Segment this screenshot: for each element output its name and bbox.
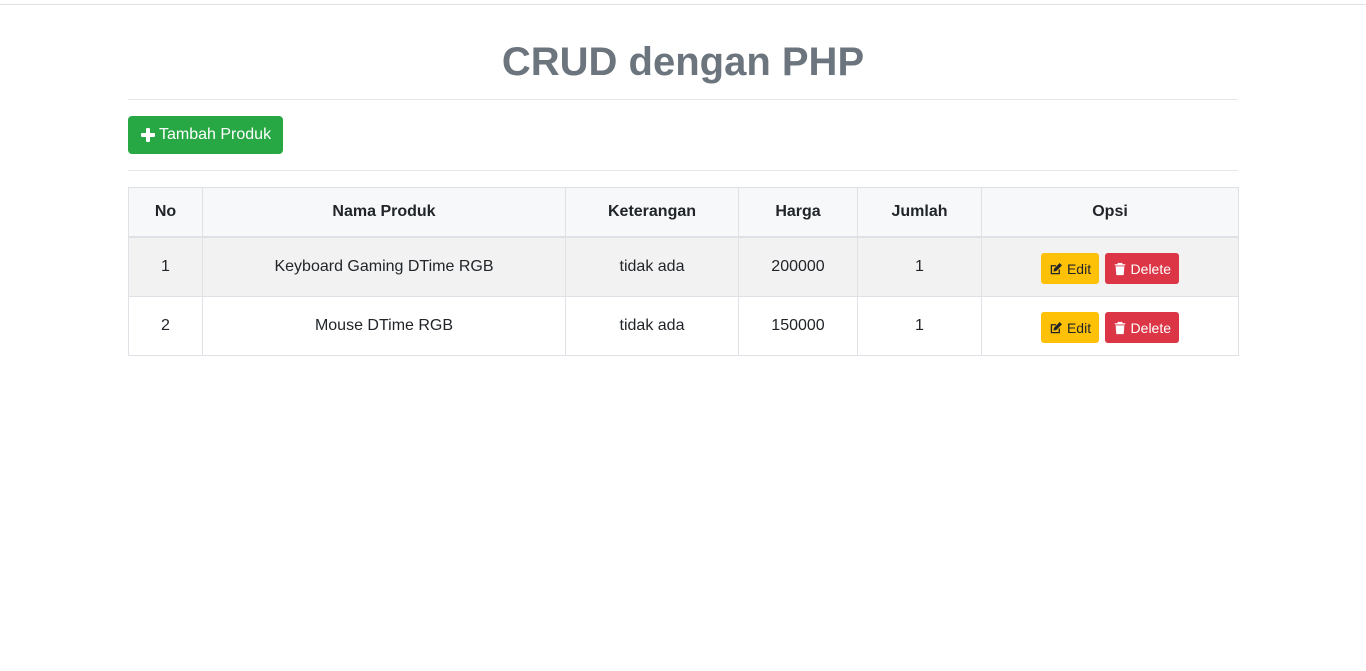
delete-label: Delete <box>1130 319 1172 336</box>
product-table: No Nama Produk Keterangan Harga Jumlah O… <box>128 187 1239 356</box>
cell-opsi: Edit Delete <box>981 296 1239 356</box>
table-body: 1 Keyboard Gaming DTime RGB tidak ada 20… <box>128 236 1239 356</box>
toolbar: Tambah Produk <box>128 100 1238 170</box>
delete-label: Delete <box>1130 260 1172 277</box>
page-title: CRUD dengan PHP <box>501 40 865 84</box>
column-header-harga: Harga <box>738 187 858 238</box>
table-row: 2 Mouse DTime RGB tidak ada 150000 1 Edi… <box>128 296 1239 356</box>
edit-label: Edit <box>1066 260 1092 277</box>
header-row: No Nama Produk Keterangan Harga Jumlah O… <box>128 187 1239 238</box>
add-product-button[interactable]: Tambah Produk <box>128 116 284 154</box>
table-row: 1 Keyboard Gaming DTime RGB tidak ada 20… <box>128 236 1239 297</box>
edit-icon <box>1050 321 1062 333</box>
main-container: CRUD dengan PHP Tambah Produk No Nama Pr… <box>128 0 1239 356</box>
plus-icon <box>141 128 155 142</box>
trash-icon <box>1114 262 1125 275</box>
edit-icon <box>1050 262 1062 274</box>
trash-icon <box>1114 321 1125 334</box>
cell-harga: 150000 <box>738 296 858 356</box>
column-header-jumlah: Jumlah <box>857 187 982 238</box>
delete-button[interactable]: Delete <box>1104 312 1180 343</box>
cell-harga: 200000 <box>738 236 858 297</box>
column-header-keterangan: Keterangan <box>565 187 739 238</box>
delete-button[interactable]: Delete <box>1104 253 1180 284</box>
cell-no: 1 <box>128 236 203 297</box>
edit-label: Edit <box>1066 319 1092 336</box>
cell-no: 2 <box>128 296 203 356</box>
toolbar-divider <box>128 170 1238 171</box>
cell-opsi: Edit Delete <box>981 236 1239 297</box>
column-header-no: No <box>128 187 203 238</box>
edit-button[interactable]: Edit <box>1040 253 1100 284</box>
edit-button[interactable]: Edit <box>1040 312 1100 343</box>
product-table-wrapper: No Nama Produk Keterangan Harga Jumlah O… <box>128 187 1239 356</box>
cell-nama-produk: Keyboard Gaming DTime RGB <box>202 236 566 297</box>
add-product-label: Tambah Produk <box>159 126 272 143</box>
table-header: No Nama Produk Keterangan Harga Jumlah O… <box>128 187 1239 238</box>
cell-keterangan: tidak ada <box>565 296 739 356</box>
column-header-opsi: Opsi <box>981 187 1239 238</box>
column-header-nama-produk: Nama Produk <box>202 187 566 238</box>
cell-jumlah: 1 <box>857 236 982 297</box>
cell-keterangan: tidak ada <box>565 236 739 297</box>
cell-nama-produk: Mouse DTime RGB <box>202 296 566 356</box>
cell-jumlah: 1 <box>857 296 982 356</box>
